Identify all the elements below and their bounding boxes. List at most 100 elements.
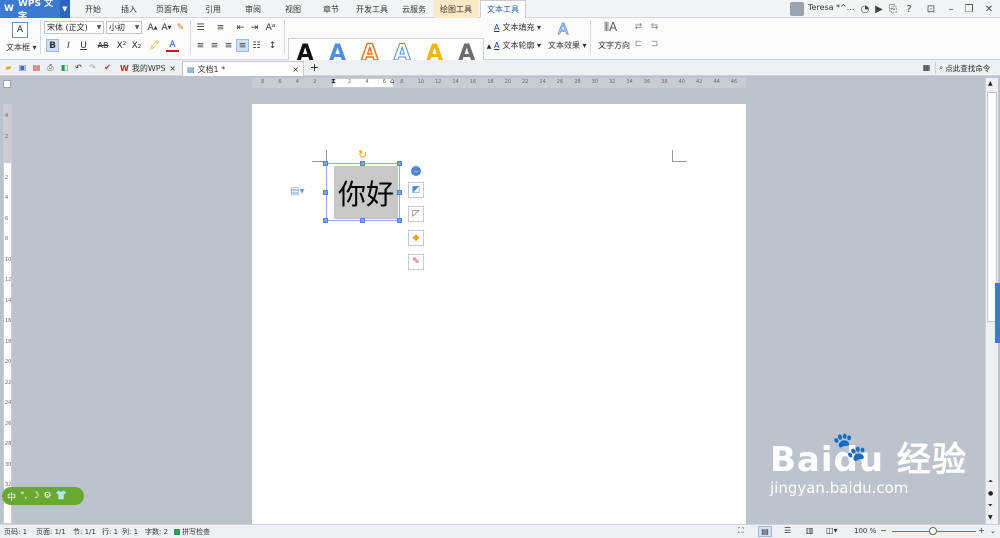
status-column[interactable]: 列: 1	[122, 527, 138, 537]
textbox-content[interactable]: 你好	[334, 166, 398, 219]
resize-handle[interactable]	[323, 190, 328, 195]
zoom-out-icon[interactable]: −	[880, 526, 887, 535]
scroll-down-icon[interactable]: ▼	[988, 514, 993, 521]
outline-button[interactable]: ✎	[408, 254, 424, 270]
horizontal-ruler[interactable]: 8 6 4 2 2 4 6 8 10 12 14 16 18 20 22 24 26 28 30 32 34 36 38 40…	[252, 77, 746, 88]
skin-icon[interactable]: ◔	[858, 2, 872, 16]
resize-handle[interactable]	[323, 218, 328, 223]
align-center-icon[interactable]: ≡	[208, 39, 221, 52]
justify-icon[interactable]: ≡	[236, 39, 249, 52]
scroll-up-icon[interactable]: ▲	[988, 80, 993, 87]
line-spacing-icon[interactable]: ↕	[266, 39, 279, 52]
fill-button[interactable]: ◆	[408, 230, 424, 246]
strikethrough-button[interactable]: AB	[94, 39, 112, 52]
zoom-in-icon[interactable]: +	[978, 526, 985, 535]
vertical-ruler[interactable]: 4 2 2 4 6 8 10 12 14 16 18 20 22 24 26 28 30 32	[3, 104, 12, 524]
rotate-handle-icon[interactable]: ↻	[358, 148, 367, 161]
underline-button[interactable]: U	[77, 39, 90, 52]
tab-cloud[interactable]: 云服务	[396, 0, 432, 18]
maximize-icon[interactable]: ❐	[962, 2, 976, 16]
print-preview-icon[interactable]: ◧	[59, 62, 70, 73]
grow-font-icon[interactable]: A ▲	[146, 21, 159, 34]
status-section[interactable]: 节: 1/1	[73, 527, 96, 537]
export-pdf-icon[interactable]: ▤	[31, 62, 42, 73]
wps-menu-button[interactable]: W WPS 文字 ▼	[0, 0, 70, 22]
font-color-icon[interactable]: A	[166, 39, 179, 52]
tab-page-layout[interactable]: 页面布局	[150, 0, 194, 18]
paragraph-anchor-icon[interactable]: ▤▾	[290, 186, 304, 197]
font-size-combo[interactable]: 小初 ▼	[106, 21, 142, 34]
help-icon[interactable]: ?	[902, 2, 916, 16]
next-textbox-icon[interactable]: ⊐	[648, 37, 661, 50]
moon-icon[interactable]: ☽	[31, 491, 39, 501]
right-indent-marker-icon[interactable]: ⌂	[390, 77, 394, 85]
share-icon[interactable]: ⎘	[886, 2, 900, 16]
user-name[interactable]: Teresa *^...	[808, 3, 854, 12]
bold-button[interactable]: B	[46, 39, 59, 52]
resize-handle[interactable]	[397, 190, 402, 195]
indent-marker-icon[interactable]: ⧗	[331, 77, 336, 86]
align-right-icon[interactable]: ≡	[222, 39, 235, 52]
resize-handle[interactable]	[360, 161, 365, 166]
side-panel-toggle[interactable]	[995, 283, 1000, 343]
decrease-indent-icon[interactable]: ⇤	[234, 21, 247, 34]
close-icon[interactable]: ✕	[982, 2, 996, 16]
ime-toolbar[interactable]: 中 °, ☽ ⚙ 👕	[2, 487, 84, 505]
distribute-icon[interactable]: ☷	[250, 39, 263, 52]
doc-tab-mywps[interactable]: W 我的WPS ×	[116, 61, 180, 76]
page-view-icon[interactable]: ▤	[758, 526, 772, 537]
tab-start[interactable]: 开始	[76, 0, 110, 18]
spell-check[interactable]: 拼写检查	[182, 527, 210, 537]
reading-view-icon[interactable]: ▥	[806, 526, 814, 535]
chevron-down-icon[interactable]: ▼	[59, 0, 70, 18]
close-icon[interactable]: ×	[292, 65, 299, 74]
tab-drawing-tools[interactable]: 绘图工具	[434, 0, 478, 18]
command-search[interactable]: ⌕ 点此查找命令	[935, 62, 999, 74]
resize-handle[interactable]	[397, 218, 402, 223]
shape-style-button[interactable]: ◸	[408, 206, 424, 222]
collapse-icon[interactable]: –	[411, 166, 421, 176]
status-pages[interactable]: 页面: 1/1	[36, 527, 66, 537]
redo-icon[interactable]: ↷	[87, 62, 98, 73]
next-page-icon[interactable]: ⏷	[988, 502, 993, 510]
tab-references[interactable]: 引用	[196, 0, 230, 18]
textbox-icon[interactable]: A	[12, 22, 28, 38]
text-direction-button[interactable]: 文字方向	[598, 38, 630, 52]
restore-ribbon-icon[interactable]: ⊡	[924, 2, 938, 16]
ime-mode[interactable]: 中	[7, 490, 16, 503]
punctuation-icon[interactable]: °,	[20, 491, 27, 501]
focus-mode-icon[interactable]: ⛶	[738, 526, 744, 536]
increase-indent-icon[interactable]: ⇥	[248, 21, 261, 34]
status-page[interactable]: 页码: 1	[4, 527, 27, 537]
print-icon[interactable]: ⎙	[45, 62, 56, 73]
skin-icon[interactable]: 👕	[56, 491, 67, 501]
tab-chapter[interactable]: 章节	[314, 0, 348, 18]
zoom-level[interactable]: 100 %	[854, 527, 876, 535]
italic-button[interactable]: I	[62, 39, 75, 52]
avatar[interactable]	[790, 2, 804, 16]
tab-developer[interactable]: 开发工具	[350, 0, 394, 18]
new-tab-icon[interactable]: +	[309, 61, 320, 74]
layout-icon[interactable]: ▦	[921, 62, 932, 73]
prev-page-icon[interactable]: ⏶	[988, 478, 993, 486]
align-left-icon[interactable]: ≡	[194, 39, 207, 52]
minimize-icon[interactable]: –	[944, 2, 958, 16]
textbox-button[interactable]: 文本框 ▾	[6, 40, 37, 54]
text-effect-icon[interactable]: A	[557, 20, 568, 39]
superscript-button[interactable]: X²	[115, 39, 128, 52]
chevron-down-icon[interactable]: ⌄	[990, 527, 996, 535]
resize-handle[interactable]	[360, 218, 365, 223]
resize-handle[interactable]	[323, 161, 328, 166]
play-icon[interactable]: ▶	[872, 2, 886, 16]
zoom-slider-thumb[interactable]	[929, 527, 937, 535]
text-fill-button[interactable]: A 文本填充 ▾	[494, 20, 541, 34]
undo-icon[interactable]: ↶	[73, 62, 84, 73]
text-direction-icon[interactable]: ⫴A	[604, 20, 617, 35]
pin-icon[interactable]: ✔	[102, 62, 113, 73]
outline-view-icon[interactable]: ☰	[784, 526, 791, 535]
status-word-count[interactable]: 字数: 2	[145, 527, 168, 537]
tab-view[interactable]: 视图	[276, 0, 310, 18]
tab-text-tools[interactable]: 文本工具	[480, 0, 526, 18]
bullet-list-icon[interactable]: ☰	[194, 21, 207, 34]
open-icon[interactable]: ▰	[3, 62, 14, 73]
